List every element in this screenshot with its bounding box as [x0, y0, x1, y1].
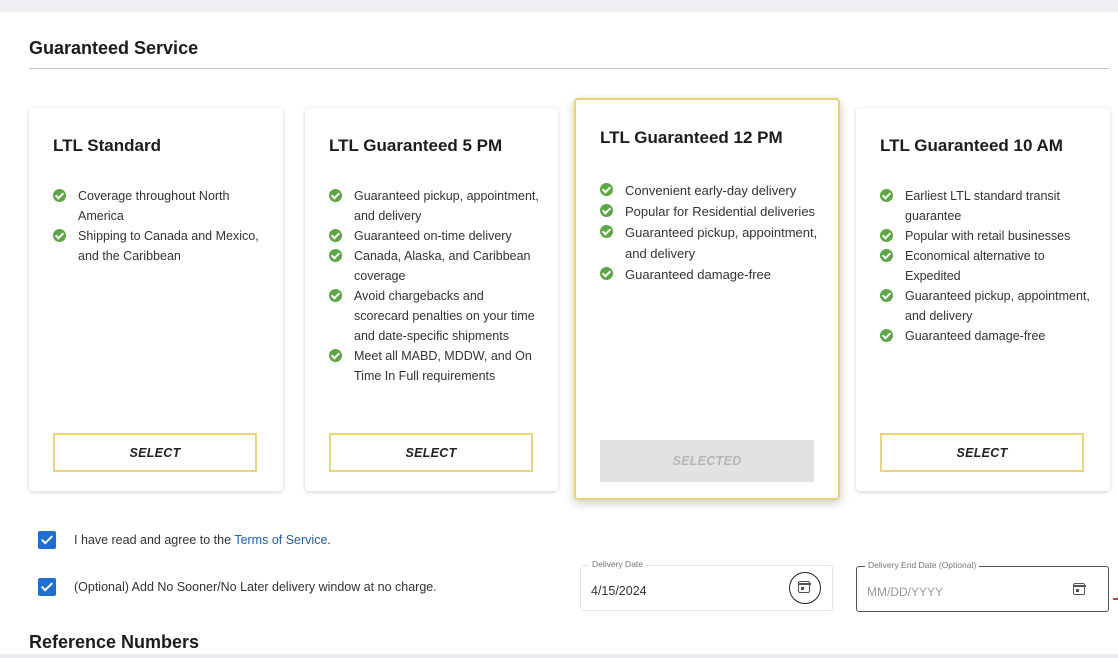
delivery-window-row: (Optional) Add No Sooner/No Later delive… [38, 578, 437, 596]
feature-item: Canada, Alaska, and Caribbean coverage [329, 246, 539, 286]
delivery-date-field[interactable]: Delivery Date 4/15/2024 [580, 559, 833, 611]
bottom-edge [0, 654, 1118, 658]
terms-of-service-link[interactable]: Terms of Service [234, 533, 327, 547]
check-circle-icon [53, 229, 66, 242]
select-button[interactable]: SELECT [329, 433, 533, 472]
feature-item: Popular for Residential deliveries [600, 201, 818, 222]
calendar-button[interactable] [789, 572, 821, 604]
feature-item: Avoid chargebacks and scorecard penaltie… [329, 286, 539, 346]
feature-item: Coverage throughout North America [53, 186, 263, 226]
check-circle-icon [600, 267, 613, 280]
check-circle-icon [880, 329, 893, 342]
select-button[interactable]: SELECT [53, 433, 257, 472]
feature-list: Coverage throughout North America Shippi… [53, 186, 263, 266]
feature-item: Guaranteed on-time delivery [329, 226, 539, 246]
check-circle-icon [53, 189, 66, 202]
feature-list: Earliest LTL standard transit guarantee … [880, 186, 1090, 346]
feature-item: Convenient early-day delivery [600, 180, 818, 201]
service-card-ltl-standard[interactable]: LTL Standard Coverage throughout North A… [29, 108, 283, 491]
card-title: LTL Guaranteed 10 AM [880, 136, 1063, 155]
service-card-ltl-guaranteed-10am[interactable]: LTL Guaranteed 10 AM Earliest LTL standa… [856, 108, 1110, 491]
select-button[interactable]: SELECT [880, 433, 1084, 472]
feature-item: Guaranteed damage-free [880, 326, 1090, 346]
card-title: LTL Guaranteed 5 PM [329, 136, 503, 155]
section-divider [29, 68, 1109, 69]
terms-label: I have read and agree to the Terms of Se… [74, 533, 331, 547]
feature-item: Guaranteed pickup, appointment, and deli… [880, 286, 1090, 326]
feature-item: Economical alternative to Expedited [880, 246, 1090, 286]
reference-numbers-title: Reference Numbers [29, 632, 200, 652]
check-circle-icon [880, 249, 893, 262]
selected-button: SELECTED [600, 440, 814, 482]
check-circle-icon [329, 229, 342, 242]
check-circle-icon [880, 229, 893, 242]
check-circle-icon [600, 225, 613, 238]
feature-item: Shipping to Canada and Mexico, and the C… [53, 226, 263, 266]
check-circle-icon [600, 183, 613, 196]
check-circle-icon [600, 204, 613, 217]
feature-item: Popular with retail businesses [880, 226, 1090, 246]
service-card-ltl-guaranteed-12pm[interactable]: LTL Guaranteed 12 PM Convenient early-da… [574, 98, 840, 500]
error-indicator [1113, 598, 1118, 600]
feature-item: Guaranteed pickup, appointment, and deli… [600, 222, 818, 264]
service-card-ltl-guaranteed-5pm[interactable]: LTL Guaranteed 5 PM Guaranteed pickup, a… [305, 108, 558, 491]
check-circle-icon [880, 189, 893, 202]
guaranteed-service-panel: Guaranteed Service LTL Standard Coverage… [0, 12, 1118, 658]
delivery-window-label: (Optional) Add No Sooner/No Later delive… [74, 580, 437, 594]
check-circle-icon [329, 189, 342, 202]
section-title: Guaranteed Service [29, 38, 199, 58]
terms-checkbox[interactable] [38, 531, 56, 549]
delivery-end-date-label: Delivery End Date (Optional) [865, 560, 980, 570]
card-title: LTL Guaranteed 12 PM [600, 128, 783, 147]
check-circle-icon [329, 249, 342, 262]
calendar-icon [797, 581, 811, 593]
feature-list: Convenient early-day delivery Popular fo… [600, 180, 818, 285]
card-title: LTL Standard [53, 136, 161, 155]
feature-item: Earliest LTL standard transit guarantee [880, 186, 1090, 226]
delivery-date-label: Delivery Date [589, 559, 647, 569]
delivery-end-date-placeholder: MM/DD/YYYY [867, 585, 944, 599]
check-circle-icon [329, 289, 342, 302]
terms-row: I have read and agree to the Terms of Se… [38, 531, 331, 549]
feature-item: Meet all MABD, MDDW, and On Time In Full… [329, 346, 539, 386]
feature-item: Guaranteed pickup, appointment, and deli… [329, 186, 539, 226]
delivery-window-checkbox[interactable] [38, 578, 56, 596]
calendar-icon[interactable] [1072, 583, 1086, 595]
feature-list: Guaranteed pickup, appointment, and deli… [329, 186, 539, 386]
check-circle-icon [880, 289, 893, 302]
delivery-date-value: 4/15/2024 [591, 584, 647, 598]
feature-item: Guaranteed damage-free [600, 264, 818, 285]
check-circle-icon [329, 349, 342, 362]
delivery-end-date-field[interactable]: Delivery End Date (Optional) MM/DD/YYYY [856, 560, 1109, 612]
